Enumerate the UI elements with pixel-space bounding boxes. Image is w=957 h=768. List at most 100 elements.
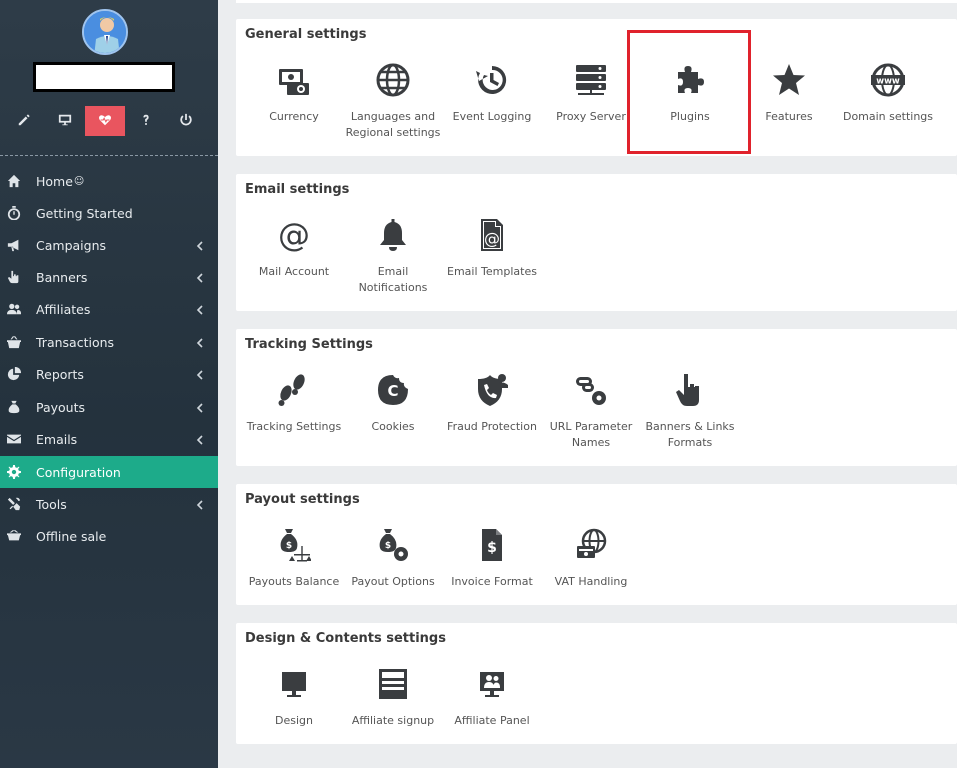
tile-affiliate-panel[interactable]: Affiliate Panel: [444, 665, 540, 729]
tile-label: Domain settings: [842, 110, 934, 123]
home-icon: [7, 174, 21, 188]
sidebar-item-affiliates[interactable]: Affiliates: [0, 293, 218, 325]
shield-phone-icon: [473, 371, 511, 409]
section-title: General settings: [245, 27, 367, 42]
tile-proxy-server[interactable]: Proxy Server: [543, 61, 639, 125]
sidebar: Home ☺ Getting Started Campaigns Banners …: [0, 0, 218, 768]
tile-email-notifications[interactable]: Email Notifications: [345, 216, 441, 296]
tile-affiliate-signup[interactable]: Affiliate signup: [345, 665, 441, 729]
tile-fraud-protection[interactable]: Fraud Protection: [444, 371, 540, 435]
sidebar-item-label: Offline sale: [36, 528, 107, 544]
envelope-icon: [7, 432, 21, 446]
signup-form-icon: [374, 665, 412, 703]
help-button[interactable]: [126, 106, 166, 136]
chevron-left-icon: [196, 336, 204, 348]
svg-text:C: C: [387, 382, 398, 400]
cookie-icon: C: [374, 371, 412, 409]
tile-domain-settings[interactable]: www Domain settings: [840, 61, 936, 125]
tile-label: Features: [765, 110, 813, 123]
heartbeat-button[interactable]: [85, 106, 125, 136]
tile-mail-account[interactable]: @ Mail Account: [246, 216, 342, 280]
tile-tracking-settings[interactable]: Tracking Settings: [246, 371, 342, 435]
pie-chart-icon: [7, 367, 21, 381]
sidebar-item-tools[interactable]: Tools: [0, 488, 218, 520]
tile-label: URL Parameter Names: [549, 420, 633, 449]
tile-label: Design: [275, 714, 313, 727]
payout-settings-panel: Payout settings $ Payouts Balance $ Payo…: [236, 484, 957, 605]
svg-text:@: @: [278, 218, 310, 252]
help-icon: [139, 112, 153, 131]
edit-button[interactable]: [4, 106, 44, 136]
tile-label: Currency: [269, 110, 319, 123]
avatar[interactable]: [82, 9, 128, 55]
svg-text:$: $: [286, 541, 292, 551]
sidebar-item-reports[interactable]: Reports: [0, 358, 218, 390]
power-icon: [179, 112, 193, 131]
section-title: Email settings: [245, 182, 350, 197]
sidebar-item-label: Getting Started: [36, 205, 133, 221]
tile-payouts-balance[interactable]: $ Payouts Balance: [246, 526, 342, 590]
currency-icon: [275, 61, 313, 99]
sidebar-item-campaigns[interactable]: Campaigns: [0, 229, 218, 261]
cart-icon: [7, 529, 21, 543]
tile-label: Email Templates: [447, 265, 537, 278]
sidebar-item-home[interactable]: Home ☺: [0, 165, 218, 197]
tile-design[interactable]: Design: [246, 665, 342, 729]
tile-banners-links-formats[interactable]: Banners & Links Formats: [642, 371, 738, 451]
tile-label: Affiliate signup: [351, 714, 435, 727]
tile-label: Cookies: [371, 420, 415, 433]
monitor-icon: [58, 112, 72, 131]
tile-currency[interactable]: Currency: [246, 61, 342, 125]
tile-vat-handling[interactable]: VAT Handling: [543, 526, 639, 590]
tile-label: Invoice Format: [451, 575, 533, 588]
tile-cookies[interactable]: C Cookies: [345, 371, 441, 435]
sidebar-item-banners[interactable]: Banners: [0, 261, 218, 293]
tile-label: Event Logging: [452, 110, 532, 123]
tile-plugins[interactable]: Plugins: [642, 61, 738, 125]
sidebar-item-label: Payouts: [36, 399, 86, 415]
chevron-left-icon: [196, 368, 204, 380]
sidebar-item-payouts[interactable]: Payouts: [0, 391, 218, 423]
power-button[interactable]: [166, 106, 206, 136]
pointer-hand-icon: [7, 270, 21, 284]
gear-icon: [7, 465, 21, 479]
sidebar-divider: [0, 155, 218, 156]
tile-label: Languages and Regional settings: [345, 110, 441, 139]
sidebar-item-label: Configuration: [36, 464, 121, 480]
sidebar-item-getting-started[interactable]: Getting Started: [0, 197, 218, 229]
tile-url-parameter-names[interactable]: URL Parameter Names: [543, 371, 639, 451]
tile-label: VAT Handling: [554, 575, 628, 588]
tile-invoice-format[interactable]: $ Invoice Format: [444, 526, 540, 590]
sidebar-item-emails[interactable]: Emails: [0, 423, 218, 455]
sidebar-item-label: Campaigns: [36, 237, 107, 253]
sidebar-item-offline-sale[interactable]: Offline sale: [0, 520, 218, 552]
sidebar-item-transactions[interactable]: Transactions: [0, 326, 218, 358]
tile-email-templates[interactable]: @ Email Templates: [444, 216, 540, 280]
design-contents-settings-panel: Design & Contents settings Design Affili…: [236, 623, 957, 744]
money-scale-icon: $: [275, 526, 313, 564]
sidebar-item-label: Banners: [36, 269, 88, 285]
tile-languages-regional[interactable]: Languages and Regional settings: [345, 61, 441, 141]
chevron-left-icon: [196, 271, 204, 283]
smiley-icon: ☺: [73, 175, 85, 187]
general-settings-panel: General settings Currency Languages and …: [236, 19, 957, 156]
sidebar-item-configuration[interactable]: Configuration: [0, 456, 218, 488]
globe-icon: [374, 61, 412, 99]
sidebar-item-label: Home: [36, 173, 73, 189]
globe-card-icon: [572, 526, 610, 564]
tile-features[interactable]: Features: [741, 61, 837, 125]
basket-icon: [7, 335, 21, 349]
chain-gear-icon: [572, 371, 610, 409]
tile-label: Payouts Balance: [248, 575, 340, 588]
users-monitor-icon: [473, 665, 511, 703]
tile-payout-options[interactable]: $ Payout Options: [345, 526, 441, 590]
tile-event-logging[interactable]: Event Logging: [444, 61, 540, 125]
chevron-left-icon: [196, 433, 204, 445]
chevron-left-icon: [196, 303, 204, 315]
tile-label: Banners & Links Formats: [645, 420, 735, 449]
money-bag-icon: [7, 400, 21, 414]
tools-icon: [7, 497, 21, 511]
monitor-button[interactable]: [45, 106, 85, 136]
chevron-left-icon: [196, 239, 204, 251]
tile-label: Payout Options: [351, 575, 435, 588]
